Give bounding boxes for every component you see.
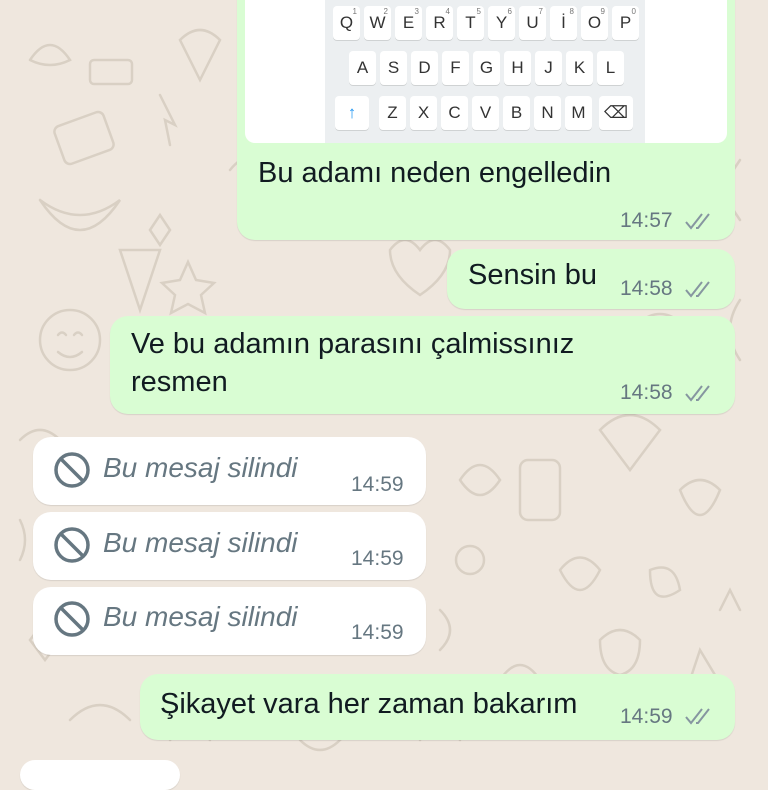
deleted-message-icon (54, 527, 90, 563)
deleted-message-text-m5: Bu mesaj silindi (103, 527, 298, 558)
keyboard-key: D (411, 51, 438, 85)
keyboard-key: F (442, 51, 469, 85)
backspace-icon: ⌫ (599, 96, 633, 130)
read-ticks-icon (685, 213, 710, 230)
deleted-message-icon (54, 601, 90, 637)
keyboard-key: T5 (457, 6, 484, 40)
keyboard-key-number: 4 (445, 7, 450, 16)
keyboard-key: L (597, 51, 624, 85)
keyboard-key-number: 3 (414, 7, 419, 16)
keyboard-key: E3 (395, 6, 422, 40)
keyboard-key-number: 1 (352, 7, 357, 16)
deleted-message-text-m4: Bu mesaj silindi (103, 452, 298, 483)
message-time-m6: 14:59 (351, 621, 404, 644)
keyboard-key: G (473, 51, 500, 85)
keyboard-key: Y6 (488, 6, 515, 40)
read-ticks-icon (685, 385, 710, 402)
message-time-m5: 14:59 (351, 547, 404, 570)
shift-arrow-icon: ↑ (335, 96, 369, 130)
keyboard-key: İ8 (550, 6, 577, 40)
keyboard-key: N (534, 96, 561, 130)
keyboard-key: P0 (612, 6, 639, 40)
read-ticks-icon (685, 281, 710, 298)
keyboard-key: B (503, 96, 530, 130)
message-text-m1: Bu adamı neden engelledin (258, 157, 612, 189)
message-time-m2: 14:58 (620, 277, 673, 300)
keyboard-key: S (380, 51, 407, 85)
keyboard-key: V (472, 96, 499, 130)
keyboard-key: H (504, 51, 531, 85)
keyboard-key-number: 9 (600, 7, 605, 16)
message-time-m4: 14:59 (351, 473, 404, 496)
keyboard-key: U7 (519, 6, 546, 40)
read-ticks-icon (685, 708, 710, 725)
keyboard-key-number: 2 (383, 7, 388, 16)
keyboard-image: Q1W2E3R4T5Y6U7İ8O9P0 ASDFGHJKL ↑ Z X C V B N M ⌫ (325, 0, 645, 143)
keyboard-key: Q1 (333, 6, 360, 40)
message-text-m7: Şikayet vara her zaman bakarım (160, 688, 578, 720)
keyboard-key: A (349, 51, 376, 85)
message-text-m3-line2: resmen (131, 366, 228, 398)
keyboard-key: Z (379, 96, 406, 130)
keyboard-key-number: 6 (507, 7, 512, 16)
deleted-message-text-m6: Bu mesaj silindi (103, 601, 298, 632)
keyboard-key: C (441, 96, 468, 130)
keyboard-key: W2 (364, 6, 391, 40)
keyboard-key: K (566, 51, 593, 85)
keyboard-key-number: 0 (631, 7, 636, 16)
keyboard-key: O9 (581, 6, 608, 40)
keyboard-key-number: 5 (476, 7, 481, 16)
keyboard-key: R4 (426, 6, 453, 40)
message-time-m1: 14:57 (620, 209, 673, 232)
keyboard-key: J (535, 51, 562, 85)
message-time-m7: 14:59 (620, 705, 673, 728)
image-preview-keyboard-screenshot[interactable]: Q1W2E3R4T5Y6U7İ8O9P0 ASDFGHJKL ↑ Z X C V B N M ⌫ (245, 0, 727, 143)
message-bubble-partial[interactable] (20, 760, 180, 790)
message-text-m2: Sensin bu (468, 259, 597, 291)
message-text-m3-line1: Ve bu adamın parasını çalmissınız (131, 328, 575, 360)
keyboard-key: M (565, 96, 592, 130)
keyboard-key-number: 7 (538, 7, 543, 16)
deleted-message-icon (54, 452, 90, 488)
keyboard-key-number: 8 (569, 7, 574, 16)
message-time-m3: 14:58 (620, 381, 673, 404)
keyboard-key: X (410, 96, 437, 130)
